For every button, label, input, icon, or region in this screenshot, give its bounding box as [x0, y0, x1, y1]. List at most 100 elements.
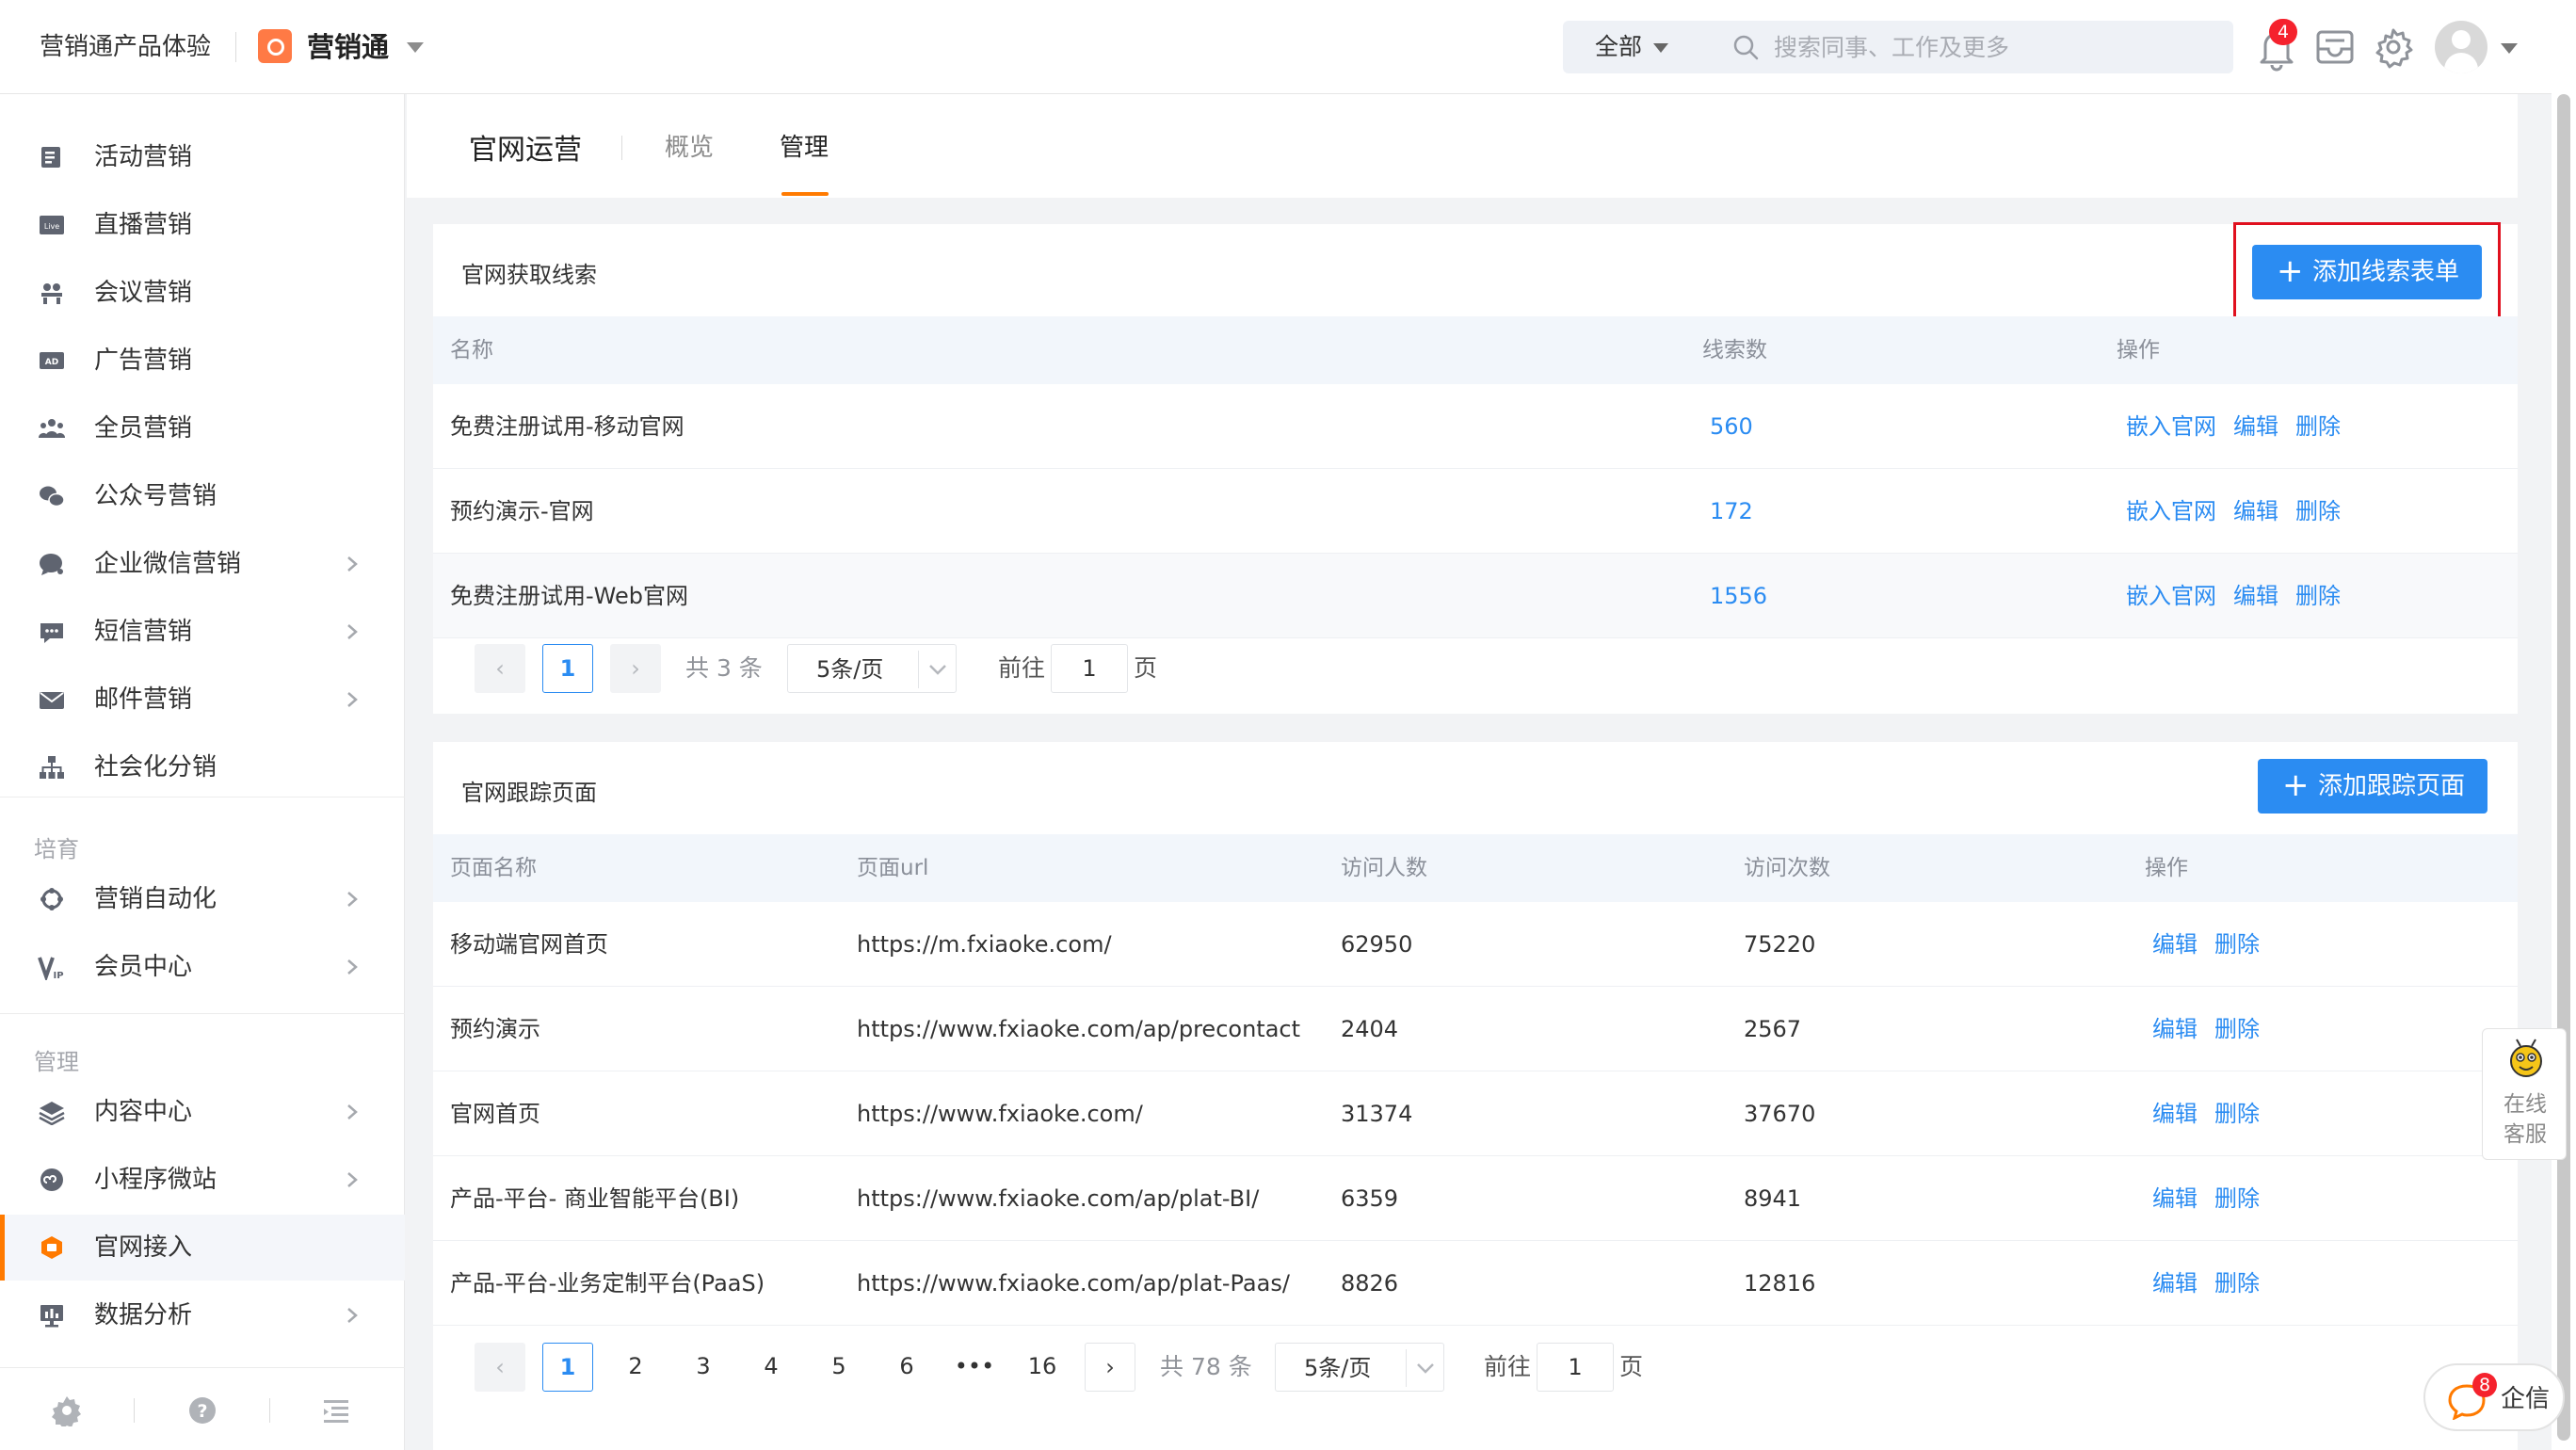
sidebar-item-sidebar-items_top-1[interactable]: Live 直播营销 — [0, 192, 405, 258]
next-page-button[interactable]: › — [610, 644, 661, 693]
edit-link[interactable]: 编辑 — [2233, 384, 2278, 469]
sidebar-item-sidebar-items_manage-2[interactable]: 官网接入 — [0, 1215, 405, 1281]
vip-icon: IP — [38, 957, 64, 980]
chevron-right-icon[interactable] — [341, 618, 363, 646]
page-button[interactable]: 2 — [610, 1343, 661, 1392]
tab-manage[interactable]: 管理 — [780, 128, 829, 163]
delete-link[interactable]: 删除 — [2295, 554, 2341, 638]
sidebar-item-sidebar-items_manage-0[interactable]: 内容中心 — [0, 1079, 405, 1145]
sidebar-item-sidebar-items_top-0[interactable]: 活动营销 — [0, 124, 405, 190]
goto-label: 前往 — [1484, 1353, 1532, 1380]
chevron-right-icon[interactable] — [341, 685, 363, 714]
edit-link[interactable]: 编辑 — [2233, 554, 2278, 638]
next-page-button[interactable]: › — [1085, 1343, 1135, 1392]
sidebar-item-sidebar-items_nurture-1[interactable]: IP 会员中心 — [0, 934, 405, 1000]
edit-link[interactable]: 编辑 — [2152, 1071, 2198, 1156]
chevron-down-icon[interactable] — [1653, 43, 1668, 53]
sidebar-item-sidebar-items_top-2[interactable]: 会议营销 — [0, 260, 405, 326]
sidebar-item-sidebar-items_manage-3[interactable]: 数据分析 — [0, 1282, 405, 1348]
goto-page-input[interactable] — [1537, 1343, 1614, 1392]
avatar[interactable] — [2435, 21, 2487, 73]
chevron-down-icon[interactable] — [2501, 43, 2518, 54]
delete-link[interactable]: 删除 — [2295, 469, 2341, 554]
chevron-right-icon[interactable] — [341, 953, 363, 981]
qixin-chat-button[interactable]: 8 企信 — [2423, 1363, 2565, 1431]
chevron-right-icon[interactable] — [341, 550, 363, 578]
table-row: 产品-平台-业务定制平台(PaaS) https://www.fxiaoke.c… — [433, 1241, 2518, 1326]
sidebar-item-sidebar-items_nurture-0[interactable]: 营销自动化 — [0, 866, 405, 932]
sidebar-item-sidebar-items_top-3[interactable]: AD 广告营销 — [0, 328, 405, 394]
delete-link[interactable]: 删除 — [2214, 902, 2260, 987]
embed-website-link[interactable]: 嵌入官网 — [2126, 469, 2216, 554]
page-button[interactable]: ••• — [949, 1343, 1000, 1392]
gear-icon[interactable] — [51, 1394, 83, 1426]
tab-overview[interactable]: 概览 — [665, 128, 714, 163]
scrollbar-thumb[interactable] — [2557, 94, 2570, 1441]
hierarchy-icon — [40, 756, 64, 779]
settings-button[interactable] — [2371, 23, 2416, 72]
notification-button[interactable]: 4 — [2254, 19, 2299, 72]
sidebar-item-label: 营销自动化 — [94, 885, 217, 913]
sidebar-item-sidebar-items_top-6[interactable]: 企业微信营销 — [0, 531, 405, 597]
lead-count[interactable]: 1556 — [1710, 554, 1767, 638]
lead-count[interactable]: 560 — [1710, 384, 1753, 469]
page-size-select[interactable]: 5条/页 — [787, 644, 957, 693]
chevron-right-icon[interactable] — [341, 1301, 363, 1329]
app-name[interactable]: 营销通 — [307, 26, 389, 68]
edit-link[interactable]: 编辑 — [2152, 902, 2198, 987]
lead-count[interactable]: 172 — [1710, 469, 1753, 554]
delete-link[interactable]: 删除 — [2214, 1156, 2260, 1241]
page-button[interactable]: 4 — [746, 1343, 797, 1392]
scrollbar[interactable] — [2552, 0, 2576, 1450]
page-button[interactable]: 1 — [542, 1343, 593, 1392]
page-button[interactable]: 16 — [1017, 1343, 1068, 1392]
visitor-count: 31374 — [1341, 1101, 1413, 1127]
search-input[interactable] — [1772, 28, 2205, 66]
sidebar-item-sidebar-items_top-4[interactable]: 全员营销 — [0, 395, 405, 461]
edit-link[interactable]: 编辑 — [2233, 469, 2278, 554]
sidebar-item-label: 邮件营销 — [94, 685, 193, 714]
sidebar-item-sidebar-items_top-5[interactable]: 公众号营销 — [0, 463, 405, 529]
page-button[interactable]: 1 — [542, 644, 593, 693]
chevron-right-icon[interactable] — [341, 1098, 363, 1126]
collapse-menu-icon[interactable] — [320, 1394, 352, 1426]
sidebar-item-sidebar-items_top-7[interactable]: 短信营销 — [0, 599, 405, 665]
sidebar-item-sidebar-items_top-8[interactable]: 邮件营销 — [0, 667, 405, 733]
table-row: 移动端官网首页 https://m.fxiaoke.com/ 62950 752… — [433, 902, 2518, 987]
chevron-down-icon[interactable] — [407, 42, 424, 53]
delete-link[interactable]: 删除 — [2214, 1241, 2260, 1326]
page-suffix: 页 — [1619, 1353, 1644, 1380]
add-tracking-page-button[interactable]: + 添加跟踪页面 — [2258, 759, 2487, 814]
help-icon[interactable]: ? — [186, 1394, 218, 1426]
search-scope-select[interactable]: 全部 — [1595, 21, 1642, 73]
sidebar-item-sidebar-items_top-9[interactable]: 社会化分销 — [0, 734, 405, 800]
prev-page-button[interactable]: ‹ — [475, 1343, 525, 1392]
table-row: 免费注册试用-移动官网 560 嵌入官网 编辑 删除 — [433, 384, 2518, 469]
edit-link[interactable]: 编辑 — [2152, 1241, 2198, 1326]
add-lead-form-button[interactable]: + 添加线索表单 — [2252, 245, 2482, 299]
delete-link[interactable]: 删除 — [2214, 987, 2260, 1071]
page-button[interactable]: 5 — [813, 1343, 864, 1392]
embed-website-link[interactable]: 嵌入官网 — [2126, 384, 2216, 469]
page-button[interactable]: 3 — [678, 1343, 729, 1392]
sidebar-item-sidebar-items_manage-1[interactable]: 小程序微站 — [0, 1147, 405, 1213]
page-size-select[interactable]: 5条/页 — [1275, 1343, 1444, 1392]
page-button[interactable]: 6 — [881, 1343, 932, 1392]
inbox-icon — [2316, 30, 2354, 64]
table-row: 预约演示-官网 172 嵌入官网 编辑 删除 — [433, 469, 2518, 554]
online-service-widget[interactable]: 在线客服 — [2482, 1028, 2567, 1160]
prev-page-button[interactable]: ‹ — [475, 644, 525, 693]
visit-count: 75220 — [1744, 931, 1816, 958]
org-name[interactable]: 营销通产品体验 — [40, 26, 211, 68]
page-size-value: 5条/页 — [816, 656, 884, 683]
chevron-right-icon[interactable] — [341, 885, 363, 913]
delete-link[interactable]: 删除 — [2214, 1071, 2260, 1156]
delete-link[interactable]: 删除 — [2295, 384, 2341, 469]
embed-website-link[interactable]: 嵌入官网 — [2126, 554, 2216, 638]
edit-link[interactable]: 编辑 — [2152, 1156, 2198, 1241]
chevron-right-icon[interactable] — [341, 1166, 363, 1194]
goto-page-input[interactable] — [1051, 644, 1128, 693]
sidebar-item-label: 内容中心 — [94, 1098, 193, 1126]
edit-link[interactable]: 编辑 — [2152, 987, 2198, 1071]
inbox-button[interactable] — [2312, 23, 2358, 72]
